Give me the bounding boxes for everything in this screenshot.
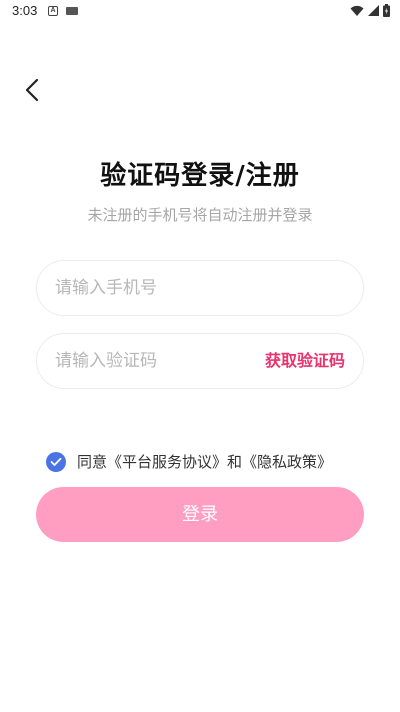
- phone-input[interactable]: [55, 261, 265, 315]
- notification-a-icon: A: [48, 6, 58, 16]
- agree-prefix: 同意: [77, 453, 108, 471]
- status-bar: 3:03 A: [0, 0, 400, 24]
- code-field[interactable]: 获取验证码: [36, 333, 364, 389]
- wifi-icon: [350, 5, 364, 16]
- battery-icon: [383, 4, 390, 17]
- agreement-text: 同意《平台服务协议》和《隐私政策》: [77, 451, 332, 472]
- back-arrow-icon: [25, 78, 39, 102]
- page-subtitle: 未注册的手机号将自动注册并登录: [87, 206, 313, 224]
- status-icons: [350, 4, 390, 17]
- agree-checkbox[interactable]: [46, 451, 66, 472]
- keyboard-icon: [66, 7, 78, 15]
- signal-icon: [368, 5, 379, 16]
- privacy-link[interactable]: 《隐私政策》: [242, 453, 332, 471]
- back-button[interactable]: [16, 74, 48, 106]
- login-button[interactable]: 登录: [36, 487, 364, 542]
- page-title: 验证码登录/注册: [100, 161, 300, 191]
- check-icon: [50, 457, 62, 466]
- get-code-button[interactable]: 获取验证码: [265, 334, 345, 388]
- agreement-row: 同意《平台服务协议》和《隐私政策》: [46, 451, 332, 472]
- agree-conjunction: 和: [227, 453, 243, 471]
- status-time: 3:03: [12, 3, 38, 18]
- code-input[interactable]: [55, 334, 265, 388]
- terms-link[interactable]: 《平台服务协议》: [107, 453, 227, 471]
- phone-field[interactable]: [36, 260, 364, 316]
